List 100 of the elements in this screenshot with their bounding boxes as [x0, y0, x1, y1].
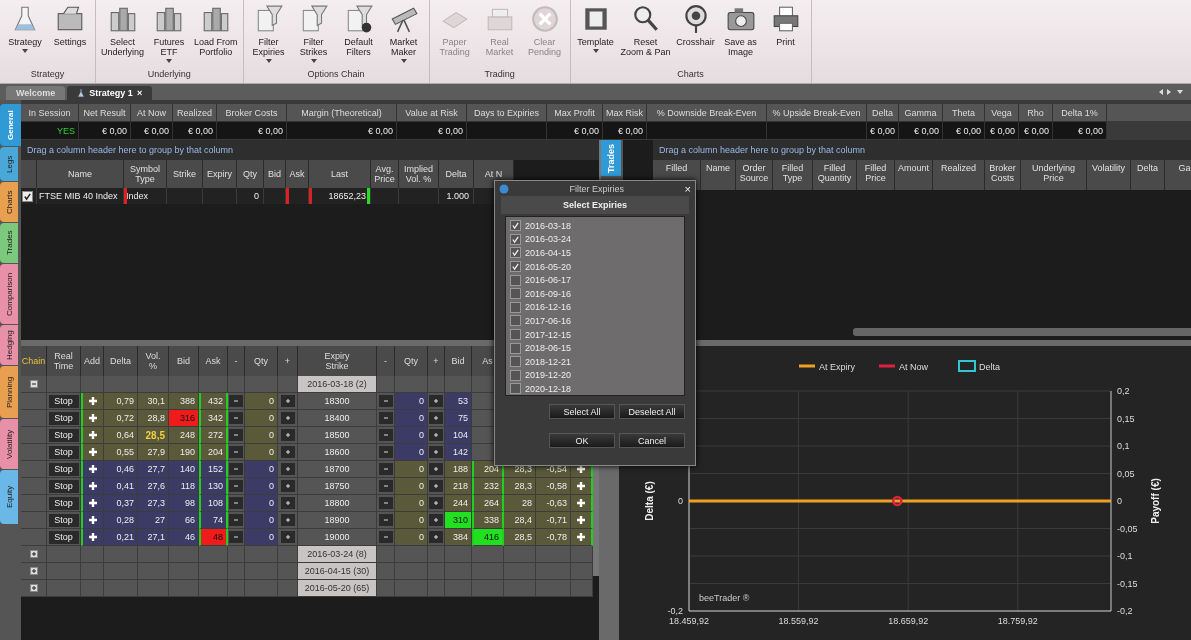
- column-header[interactable]: Real Time: [47, 346, 81, 376]
- column-header[interactable]: Broker Costs: [985, 160, 1021, 190]
- expander-icon[interactable]: [29, 380, 38, 388]
- column-header[interactable]: Chain: [21, 346, 47, 376]
- quantity-cell[interactable]: 0: [395, 495, 428, 512]
- expiry-label[interactable]: 2016-05-20: [525, 261, 572, 272]
- ribbon-button[interactable]: Filter Expiries: [246, 0, 291, 69]
- stop-button[interactable]: Stop: [48, 479, 79, 493]
- checkbox[interactable]: [510, 383, 521, 395]
- plus-icon[interactable]: [88, 498, 98, 508]
- column-header[interactable]: +: [278, 346, 298, 376]
- ribbon-button[interactable]: Default Filters: [336, 0, 381, 69]
- ribbon-button[interactable]: Strategy: [3, 0, 47, 69]
- plus-icon[interactable]: [88, 413, 98, 423]
- checkbox[interactable]: [510, 342, 521, 354]
- plus-icon[interactable]: [576, 498, 586, 508]
- column-header[interactable]: Ga: [1165, 160, 1191, 190]
- column-header[interactable]: +: [428, 346, 445, 376]
- plus-icon[interactable]: [576, 481, 586, 491]
- column-header[interactable]: Bid: [264, 160, 286, 188]
- stop-button[interactable]: Stop: [48, 411, 79, 425]
- expiry-label[interactable]: 2016-04-15: [525, 248, 572, 258]
- side-tab[interactable]: Equity: [0, 470, 18, 524]
- close-button[interactable]: ×: [136, 88, 143, 98]
- column-header[interactable]: Filled Price: [857, 160, 895, 190]
- side-tab[interactable]: Volatility: [0, 419, 18, 469]
- expiry-label[interactable]: 2018-12-21: [525, 356, 572, 367]
- expiry-label[interactable]: 2016-03-24: [525, 234, 572, 245]
- expiry-label[interactable]: 2016-12-16: [525, 302, 572, 313]
- column-header[interactable]: Expiry Strike: [298, 346, 377, 376]
- quantity-cell[interactable]: 0: [245, 478, 278, 495]
- column-header[interactable]: Delta: [439, 160, 474, 188]
- ribbon-button[interactable]: Reset Zoom & Pan: [618, 0, 673, 69]
- checkbox[interactable]: [510, 274, 521, 286]
- checkbox[interactable]: [510, 233, 521, 245]
- expiry-label[interactable]: 2016-06-17: [525, 275, 572, 286]
- quantity-cell[interactable]: 0: [245, 461, 278, 478]
- checkbox[interactable]: [510, 301, 521, 313]
- dialog-button[interactable]: Cancel: [619, 433, 685, 448]
- column-header[interactable]: Realized: [933, 160, 985, 190]
- ribbon-button[interactable]: Print: [763, 0, 808, 69]
- quantity-cell[interactable]: 0: [395, 410, 428, 427]
- stop-button[interactable]: Stop: [48, 496, 79, 510]
- dialog-button[interactable]: Select All: [549, 404, 615, 419]
- column-header[interactable]: Bid: [169, 346, 199, 376]
- column-header[interactable]: Symbol Type: [124, 160, 167, 188]
- column-header[interactable]: Delta: [104, 346, 138, 376]
- column-header[interactable]: Implied Vol. %: [399, 160, 439, 188]
- quantity-cell[interactable]: 0: [245, 444, 278, 461]
- column-header[interactable]: -: [377, 346, 395, 376]
- column-header[interactable]: Volatility: [1087, 160, 1131, 190]
- column-header[interactable]: Add: [81, 346, 104, 376]
- quantity-cell[interactable]: 0: [395, 512, 428, 529]
- side-tab[interactable]: Hedging: [0, 325, 18, 365]
- expiry-label[interactable]: 2020-12-18: [525, 383, 572, 394]
- checkbox[interactable]: [22, 190, 33, 202]
- side-tab[interactable]: Comparison: [0, 264, 18, 324]
- stop-button[interactable]: Stop: [48, 394, 79, 408]
- plus-icon[interactable]: [576, 532, 586, 542]
- plus-icon[interactable]: [88, 396, 98, 406]
- quantity-cell[interactable]: 0: [245, 427, 278, 444]
- plus-icon[interactable]: [88, 447, 98, 457]
- stop-button[interactable]: Stop: [48, 530, 79, 544]
- scrollbar[interactable]: [853, 328, 1191, 336]
- column-header[interactable]: -: [228, 346, 245, 376]
- column-header[interactable]: Ask: [199, 346, 228, 376]
- column-header[interactable]: Name: [701, 160, 736, 190]
- expiry-label[interactable]: 2019-12-20: [525, 370, 572, 381]
- column-header[interactable]: Filled Quantity: [813, 160, 857, 190]
- expiry-label[interactable]: 2016-09-16: [525, 288, 572, 299]
- side-tab[interactable]: Legs: [0, 147, 18, 181]
- column-header[interactable]: Qty: [237, 160, 264, 188]
- ribbon-button[interactable]: Settings: [48, 0, 92, 69]
- checkbox[interactable]: [510, 329, 521, 341]
- plus-icon[interactable]: [88, 532, 98, 542]
- expiry-group-label[interactable]: 2016-04-15 (30): [298, 563, 377, 580]
- ribbon-button[interactable]: Filter Strikes: [291, 0, 336, 69]
- ribbon-button[interactable]: Template: [573, 0, 618, 69]
- expander-icon[interactable]: [29, 550, 38, 558]
- quantity-cell[interactable]: 0: [395, 393, 428, 410]
- column-header[interactable]: Qty: [245, 346, 278, 376]
- expiry-label[interactable]: 2016-03-18: [525, 220, 572, 231]
- expander-icon[interactable]: [29, 567, 38, 575]
- expiry-group-label[interactable]: 2016-03-18 (2): [298, 376, 377, 393]
- dialog-button[interactable]: Deselect All: [619, 404, 685, 419]
- column-header[interactable]: Ask: [286, 160, 309, 188]
- checkbox[interactable]: [510, 356, 521, 368]
- plus-icon[interactable]: [88, 515, 98, 525]
- plus-icon[interactable]: [88, 464, 98, 474]
- stop-button[interactable]: Stop: [48, 462, 79, 476]
- expiry-label[interactable]: 2017-06-16: [525, 315, 572, 326]
- checkbox[interactable]: [510, 261, 521, 273]
- column-header[interactable]: Strike: [167, 160, 203, 188]
- checkbox[interactable]: [510, 315, 521, 327]
- expiry-group-label[interactable]: 2016-05-20 (65): [298, 580, 377, 597]
- checkbox[interactable]: [510, 247, 521, 259]
- quantity-cell[interactable]: 0: [395, 478, 428, 495]
- column-header[interactable]: Qty: [395, 346, 428, 376]
- column-header[interactable]: Avg. Price: [371, 160, 399, 188]
- plus-icon[interactable]: [88, 430, 98, 440]
